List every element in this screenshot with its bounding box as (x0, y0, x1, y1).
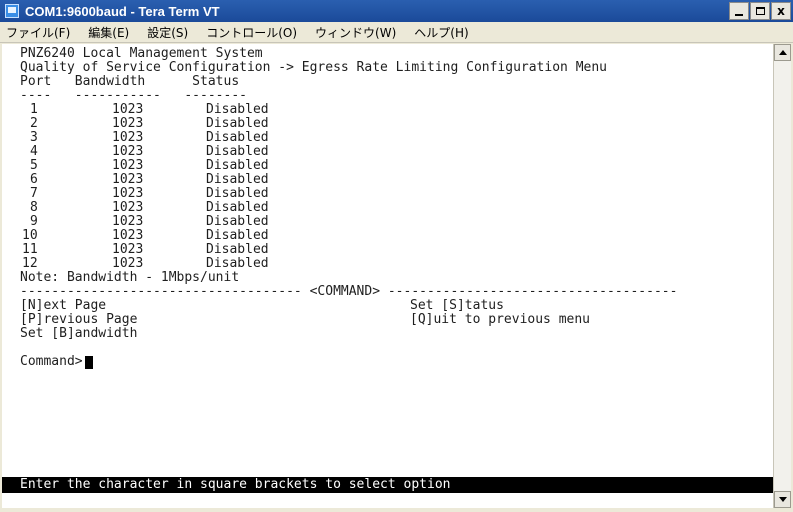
bandwidth-value: 1023 (112, 158, 144, 173)
menu-path: Quality of Service Configuration -> Egre… (20, 60, 607, 75)
menu-help[interactable]: ヘルプ(H) (414, 24, 468, 41)
port-number: 12 (22, 256, 38, 271)
status-value: Disabled (206, 144, 269, 159)
maximize-icon (755, 7, 765, 15)
status-value: Disabled (206, 200, 269, 215)
port-number: 4 (30, 144, 38, 159)
command-prompt[interactable]: Command> (20, 355, 93, 369)
menu-edit[interactable]: 編集(E) (88, 24, 129, 41)
table-divider: ---- ----------- -------- (20, 88, 247, 103)
close-icon: x (777, 4, 785, 18)
menu-file[interactable]: ファイル(F) (6, 24, 70, 41)
teraterm-app-icon (5, 4, 19, 18)
port-number: 7 (30, 186, 38, 201)
title-bar[interactable]: COM1:9600baud - Tera Term VT x (0, 0, 793, 22)
arrow-down-icon (778, 497, 787, 502)
bandwidth-value: 1023 (112, 144, 144, 159)
bandwidth-value: 1023 (112, 172, 144, 187)
bandwidth-value: 1023 (112, 116, 144, 131)
window-controls: x (728, 2, 791, 20)
status-value: Disabled (206, 186, 269, 201)
terminal-window: COM1:9600baud - Tera Term VT x ファイル(F) 編… (0, 0, 793, 512)
bandwidth-value: 1023 (112, 186, 144, 201)
status-value: Disabled (206, 116, 269, 131)
bandwidth-value: 1023 (112, 242, 144, 257)
bandwidth-value: 1023 (112, 214, 144, 229)
port-number: 10 (22, 228, 38, 243)
bandwidth-value: 1023 (112, 200, 144, 215)
command-divider: ------------------------------------ <CO… (20, 284, 678, 299)
status-value: Disabled (206, 102, 269, 117)
port-number: 1 (30, 102, 38, 117)
cmd-set-status[interactable]: Set [S]tatus (410, 299, 504, 313)
menu-control[interactable]: コントロール(O) (206, 24, 297, 41)
prompt-label: Command> (20, 354, 83, 369)
port-number: 11 (22, 242, 38, 257)
scroll-up-button[interactable] (774, 44, 791, 61)
bandwidth-value: 1023 (112, 130, 144, 145)
port-number: 9 (30, 214, 38, 229)
bandwidth-value: 1023 (112, 102, 144, 117)
status-value: Disabled (206, 242, 269, 257)
status-value: Disabled (206, 172, 269, 187)
bandwidth-value: 1023 (112, 228, 144, 243)
status-value: Disabled (206, 228, 269, 243)
text-cursor (84, 355, 93, 369)
status-value: Disabled (206, 214, 269, 229)
terminal-screen[interactable]: PNZ6240 Local Management System Quality … (2, 44, 773, 508)
window-title: COM1:9600baud - Tera Term VT (25, 3, 220, 19)
cmd-next-page[interactable]: [N]ext Page (20, 299, 106, 313)
cmd-quit[interactable]: [Q]uit to previous menu (410, 313, 590, 327)
cmd-set-bandwidth[interactable]: Set [B]andwidth (20, 327, 137, 341)
vertical-scrollbar[interactable] (773, 44, 791, 508)
status-bar: Enter the character in square brackets t… (2, 477, 773, 493)
status-message: Enter the character in square brackets t… (20, 477, 451, 492)
cmd-previous-page[interactable]: [P]revious Page (20, 313, 137, 327)
port-number: 6 (30, 172, 38, 187)
close-button[interactable]: x (771, 2, 791, 20)
menu-setup[interactable]: 設定(S) (147, 24, 188, 41)
menu-window[interactable]: ウィンドウ(W) (315, 24, 396, 41)
port-number: 8 (30, 200, 38, 215)
status-value: Disabled (206, 130, 269, 145)
system-title: PNZ6240 Local Management System (20, 46, 263, 61)
port-number: 2 (30, 116, 38, 131)
maximize-button[interactable] (750, 2, 770, 20)
status-value: Disabled (206, 158, 269, 173)
status-value: Disabled (206, 256, 269, 271)
bandwidth-note: Note: Bandwidth - 1Mbps/unit (20, 270, 240, 285)
port-number: 5 (30, 158, 38, 173)
port-number: 3 (30, 130, 38, 145)
minimize-button[interactable] (729, 2, 749, 20)
table-header: Port Bandwidth Status (20, 74, 240, 89)
scroll-down-button[interactable] (774, 491, 791, 508)
bandwidth-value: 1023 (112, 256, 144, 271)
menu-bar: ファイル(F) 編集(E) 設定(S) コントロール(O) ウィンドウ(W) ヘ… (0, 22, 793, 43)
arrow-up-icon (778, 50, 787, 55)
minimize-icon (735, 14, 743, 16)
